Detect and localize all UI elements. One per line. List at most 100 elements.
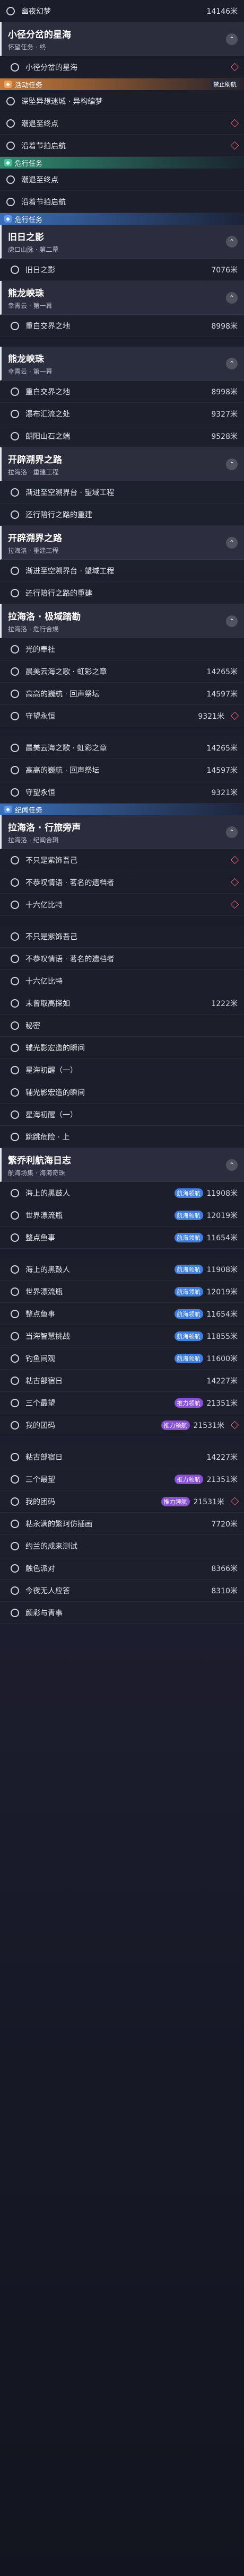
quest-item[interactable]: 深坠异想迷城 · 异构编梦 (0, 90, 244, 112)
quest-item[interactable]: 当海智慧挑战 航海领航 11855米 (0, 1325, 244, 1347)
category-icon: ◆ (4, 215, 12, 223)
quest-group-header[interactable]: 小径分岔的星海 怀望任务 · 终 ⌃ (0, 22, 244, 56)
collapse-icon[interactable]: ⌃ (226, 536, 238, 549)
quest-item-label: 整点鱼事 (25, 1310, 55, 1319)
quest-item[interactable]: 渐进至空溯界台 · 望域工程 (0, 560, 244, 582)
quest-item[interactable]: 辅光影宏造的瞬间 (0, 1081, 244, 1104)
quest-item[interactable]: 粘永满的繁珂仿插画 7720米 (0, 1513, 244, 1535)
target-icon (11, 1110, 19, 1119)
quest-item[interactable]: 颜彩与青事 (0, 1602, 244, 1624)
quest-item[interactable]: 渐进至空溯界台 · 望域工程 (0, 481, 244, 504)
quest-item[interactable]: 未曾取高探如 1222米 (0, 992, 244, 1014)
quest-group-header[interactable]: 拉海洛 · 极域踏勘 拉海洛 · 危行合规 ⌃ (0, 604, 244, 638)
quest-item[interactable]: 幽夜幻梦 14146米 (0, 0, 244, 22)
target-icon (11, 1541, 19, 1550)
quest-item[interactable]: 我的团码 推力领航 21531米 (0, 1414, 244, 1436)
quest-group-header[interactable]: 开辟溯界之路 拉海洛 · 重建工程 ⌃ (0, 447, 244, 481)
quest-item[interactable]: 粘古部宿日 14227米 (0, 1370, 244, 1392)
quest-group-header[interactable]: 繁乔利航海日志 航海场集 · 海海奇珠 ⌃ (0, 1148, 244, 1182)
quest-item[interactable]: 晨美云海之歌 · 虹彩之章 14265米 (0, 737, 244, 759)
quest-item[interactable]: 守望永恒 9321米 (0, 781, 244, 804)
quest-item[interactable]: 触色派对 8366米 (0, 1557, 244, 1580)
quest-item[interactable]: 十六亿比特 (0, 970, 244, 992)
quest-distance: 9321米 (198, 712, 224, 721)
target-icon (11, 878, 19, 887)
quest-item[interactable]: 今夜无人应答 8310米 (0, 1580, 244, 1602)
quest-item[interactable]: 我的团码 推力领航 21531米 (0, 1490, 244, 1513)
quest-item[interactable]: 整点鱼事 航海领航 11654米 (0, 1227, 244, 1249)
quest-item[interactable]: 高高的巍航 · 回声祭坛 14597米 (0, 759, 244, 781)
quest-item[interactable]: 世界漂流瓶 航海领航 12019米 (0, 1281, 244, 1303)
quest-item[interactable]: 重白交界之地 8998米 (0, 381, 244, 403)
quest-group-subtitle: 怀望任务 · 终 (8, 43, 46, 51)
collapse-icon[interactable]: ⌃ (226, 826, 238, 838)
quest-group-header[interactable]: 拉海洛 · 行旅旁声 拉海洛 · 纪闻合辑 ⌃ (0, 815, 244, 849)
quest-item-label: 晨美云海之歌 · 虹彩之章 (25, 744, 107, 753)
quest-group-title: 繁乔利航海日志 (8, 1155, 71, 1166)
quest-category-header[interactable]: ◆ 危行任务 (0, 157, 244, 169)
quest-item[interactable]: 三个最望 推力领航 21351米 (0, 1468, 244, 1490)
quest-category-header[interactable]: ◆ 危行任务 (0, 213, 244, 225)
quest-group-title: 小径分岔的星海 (8, 29, 71, 40)
quest-item[interactable]: 不只是紫饰吾己 (0, 849, 244, 871)
quest-item[interactable]: 秘密 (0, 1014, 244, 1037)
collapse-icon[interactable]: ⌃ (226, 235, 238, 248)
quest-distance: 12019米 (206, 1211, 238, 1220)
quest-item[interactable]: 不恭叹情语 · 茗名的遗档者 (0, 871, 244, 894)
collapse-icon[interactable]: ⌃ (226, 292, 238, 304)
quest-item[interactable]: 约兰的成来测试 (0, 1535, 244, 1557)
quest-group-header[interactable]: 熊龙峡珠 幸青云 · 第一幕 ⌃ (0, 281, 244, 315)
quest-item[interactable]: 还行陪行之路的重建 (0, 504, 244, 526)
collapse-icon[interactable]: ⌃ (226, 357, 238, 369)
collapse-icon[interactable]: ⌃ (226, 1159, 238, 1171)
quest-item[interactable]: 沿着节拍启航 (0, 191, 244, 213)
quest-item[interactable]: 钓鱼间观 航海领航 11600米 (0, 1347, 244, 1370)
quest-category-header[interactable]: ◆ 活动任务 禁止助航 (0, 78, 244, 90)
quest-item[interactable]: 潮退至终点 (0, 169, 244, 191)
target-icon (11, 667, 19, 676)
quest-item[interactable]: 十六亿比特 (0, 894, 244, 916)
quest-item[interactable]: 还行陪行之路的重建 (0, 582, 244, 604)
quest-item[interactable]: 旧日之影 7076米 (0, 259, 244, 281)
collapse-icon[interactable]: ⌃ (226, 615, 238, 627)
collapse-icon[interactable]: ⌃ (226, 33, 238, 45)
quest-item[interactable]: 小径分岔的星海 (0, 56, 244, 78)
quest-group-header[interactable]: 旧日之影 虎口山脉 · 第二幕 ⌃ (0, 225, 244, 259)
quest-item[interactable]: 世界漂流瓶 航海领航 12019米 (0, 1204, 244, 1227)
quest-item[interactable]: 守望永恒 9321米 (0, 705, 244, 727)
collapse-icon[interactable]: ⌃ (226, 458, 238, 470)
quest-item[interactable]: 朗阳山石之端 9528米 (0, 425, 244, 447)
quest-item[interactable]: 海上的黑鼓人 航海领航 11908米 (0, 1258, 244, 1281)
quest-item[interactable]: 不只是紫饰吾己 (0, 925, 244, 948)
quest-item[interactable]: 潮退至终点 (0, 112, 244, 135)
quest-item[interactable]: 光的奉社 (0, 638, 244, 660)
quest-item[interactable]: 高高的巍航 · 回声祭坛 14597米 (0, 683, 244, 705)
no-guide-badge: 禁止助航 (210, 80, 240, 89)
quest-item[interactable]: 整点鱼事 航海领航 11654米 (0, 1303, 244, 1325)
quest-item[interactable]: 辅光影宏造的瞬间 (0, 1037, 244, 1059)
quest-item[interactable]: 晨美云海之歌 · 虹彩之章 14265米 (0, 660, 244, 683)
target-icon (6, 141, 15, 150)
quest-group-header[interactable]: 熊龙峡珠 幸青云 · 第一幕 ⌃ (0, 347, 244, 381)
target-icon (11, 1398, 19, 1407)
quest-item[interactable]: 瀑布汇流之处 9327米 (0, 403, 244, 425)
quest-group-header[interactable]: 开辟溯界之路 拉海洛 · 重建工程 ⌃ (0, 526, 244, 560)
quest-item[interactable]: 海上的黑鼓人 航海领航 11908米 (0, 1182, 244, 1204)
target-icon (11, 1421, 19, 1430)
quest-distance: 14227米 (206, 1377, 238, 1386)
quest-item[interactable]: 星海初醒（一） (0, 1104, 244, 1126)
target-icon (11, 645, 19, 654)
quest-item[interactable]: 不恭叹情语 · 茗名的遗档者 (0, 948, 244, 970)
quest-item[interactable]: 粘古部宿日 14227米 (0, 1446, 244, 1468)
quest-item[interactable]: 三个最望 推力领航 21351米 (0, 1392, 244, 1414)
target-icon (11, 1287, 19, 1296)
quest-item[interactable]: 重白交界之地 8998米 (0, 315, 244, 337)
quest-item[interactable]: 沿着节拍启航 (0, 135, 244, 157)
quest-item[interactable]: 星海初醒（一） (0, 1059, 244, 1081)
quest-list: 幽夜幻梦 14146米 小径分岔的星海 怀望任务 · 终 ⌃ 小径分岔的星海 ◆ 活动任务 禁止… (0, 0, 244, 1624)
quest-category-header[interactable]: ◆ 纪闻任务 (0, 804, 244, 815)
target-icon (11, 1309, 19, 1318)
quest-item[interactable]: 跳跳危险 · 上 (0, 1126, 244, 1148)
quest-distance: 12019米 (206, 1287, 238, 1296)
